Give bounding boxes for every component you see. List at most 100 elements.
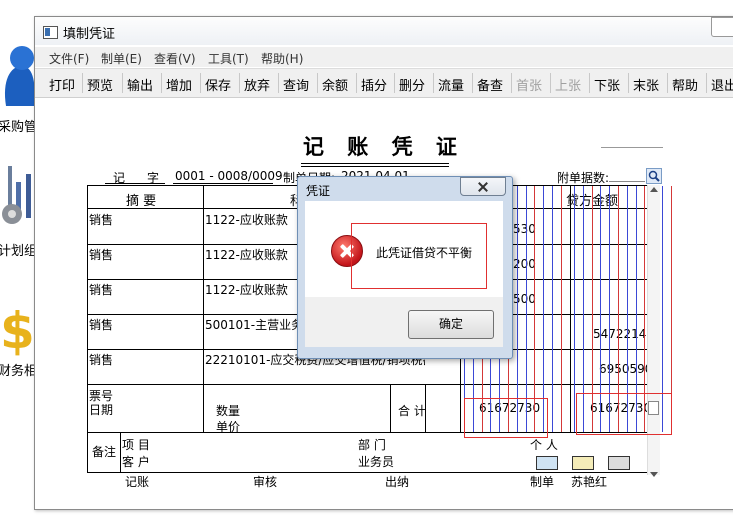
toolbar-separator (200, 73, 201, 93)
amount-grid-line (552, 186, 553, 432)
decor-line (601, 147, 663, 148)
toolbar-button[interactable]: 查询 (283, 75, 309, 94)
row-summary[interactable]: 销售 (89, 211, 113, 228)
toolbar-button[interactable]: 首张 (516, 75, 542, 94)
dept-label: 部 门 (358, 438, 386, 452)
toolbar-button[interactable]: 备查 (477, 75, 503, 94)
toolbar-button[interactable]: 增加 (166, 75, 192, 94)
tool-icon[interactable] (608, 456, 630, 470)
total-label: 合 计 (398, 404, 426, 418)
user-silhouette-icon (4, 46, 35, 106)
desktop-label: 采购管 (0, 120, 38, 135)
scroll-up-icon[interactable] (650, 187, 658, 192)
toolbar-separator (550, 73, 551, 93)
menu-help[interactable]: 帮助(H) (261, 50, 303, 67)
person-label: 个 人 (530, 438, 558, 452)
voucher-number[interactable]: 0001 - 0008/0009 (175, 169, 283, 183)
row-summary[interactable]: 销售 (89, 351, 113, 368)
dialog-close-button[interactable] (460, 177, 506, 196)
toolbar: 打印 预览 输出 增加 保存 放弃 查询 余额 插分 删分 流量 备查 首张 上张 下张 末张 帮助 退出 (35, 68, 733, 98)
column-divider (390, 384, 391, 432)
amount-grid-line (517, 186, 518, 432)
finance-app-icon[interactable]: $ (0, 298, 38, 360)
card-icon[interactable] (536, 456, 558, 470)
toolbar-button[interactable]: 流量 (438, 75, 464, 94)
number-underline (173, 183, 273, 184)
row-divider (88, 432, 647, 433)
toolbar-button[interactable]: 预览 (87, 75, 113, 94)
error-dialog: 凭证 此凭证借贷不平衡 确定 (297, 176, 513, 359)
row-summary[interactable]: 销售 (89, 316, 113, 333)
toolbar-button[interactable]: 插分 (361, 75, 387, 94)
purchase-app-icon[interactable] (0, 36, 38, 108)
toolbar-button[interactable]: 删分 (399, 75, 425, 94)
toolbar-button[interactable]: 打印 (49, 75, 75, 94)
desktop-label: 计划组 (0, 244, 38, 259)
menu-file[interactable]: 文件(F) (49, 50, 89, 67)
column-divider (203, 186, 204, 384)
header-summary: 摘 要 (126, 194, 157, 209)
toolbar-button[interactable]: 余额 (322, 75, 348, 94)
row-subject[interactable]: 1122-应收账款 (205, 246, 288, 263)
column-divider (203, 384, 204, 432)
toolbar-separator (706, 73, 707, 93)
qty-label: 数量 (216, 404, 241, 418)
amount-grid-line (543, 186, 544, 432)
scroll-down-icon[interactable] (650, 472, 658, 477)
row-subject[interactable]: 500101-主营业务 (205, 316, 303, 333)
post-label: 记账 (125, 475, 150, 489)
project-label: 项 目 (122, 438, 150, 452)
gear-chart-icon (2, 166, 31, 224)
toolbar-button[interactable]: 输出 (127, 75, 153, 94)
svg-text:$: $ (0, 302, 35, 358)
column-divider (120, 432, 121, 472)
dollar-icon: $ (0, 302, 35, 360)
attach-count-input[interactable] (609, 169, 645, 182)
toolbar-button[interactable]: 帮助 (672, 75, 698, 94)
menu-tools[interactable]: 工具(T) (208, 50, 249, 67)
menu-bar: 文件(F) 制单(E) 查看(V) 工具(T) 帮助(H) (35, 47, 733, 67)
toolbar-separator (511, 73, 512, 93)
toolbar-button[interactable]: 保存 (205, 75, 231, 94)
column-divider (425, 384, 426, 432)
row-summary[interactable]: 销售 (89, 281, 113, 298)
plan-app-icon[interactable] (0, 158, 38, 234)
row-subject[interactable]: 1122-应收账款 (205, 211, 288, 228)
toolbar-button[interactable]: 上张 (555, 75, 581, 94)
column-divider (570, 186, 571, 432)
menu-view[interactable]: 查看(V) (154, 50, 196, 67)
search-icon[interactable] (646, 168, 662, 184)
customer-label: 客 户 (122, 455, 150, 469)
id-card-icon[interactable] (572, 456, 594, 470)
title-bar[interactable]: 填制凭证 (35, 17, 733, 45)
menu-edit[interactable]: 制单(E) (101, 50, 142, 67)
toolbar-button[interactable]: 末张 (633, 75, 659, 94)
window-title: 填制凭证 (63, 27, 116, 42)
toolbar-separator (667, 73, 668, 93)
maker-label: 制单 (530, 475, 555, 489)
toolbar-button[interactable]: 下张 (594, 75, 620, 94)
toolbar-separator (239, 73, 240, 93)
row-subject[interactable]: 1122-应收账款 (205, 281, 288, 298)
title-underline (301, 163, 449, 164)
toolbar-separator (161, 73, 162, 93)
voucher-title: 记 账 凭 证 (303, 135, 465, 159)
total-debit-highlight (464, 398, 548, 438)
row-expand-icon[interactable] (648, 401, 659, 415)
amount-grid-line (574, 186, 575, 432)
ok-button[interactable]: 确定 (408, 310, 494, 339)
audit-label: 审核 (253, 475, 278, 489)
toolbar-button[interactable]: 退出 (711, 75, 733, 94)
toolbar-separator (82, 73, 83, 93)
desktop-label: 财务相 (0, 364, 38, 379)
amount-grid-line (561, 186, 562, 432)
toolbar-separator (472, 73, 473, 93)
toolbar-separator (278, 73, 279, 93)
toolbar-separator (317, 73, 318, 93)
window-close-button[interactable] (711, 17, 733, 37)
window-icon (43, 26, 58, 39)
row-summary[interactable]: 销售 (89, 246, 113, 263)
amount-grid-line (526, 186, 527, 432)
toolbar-button[interactable]: 放弃 (244, 75, 270, 94)
date-row-label: 日期 (89, 403, 114, 417)
